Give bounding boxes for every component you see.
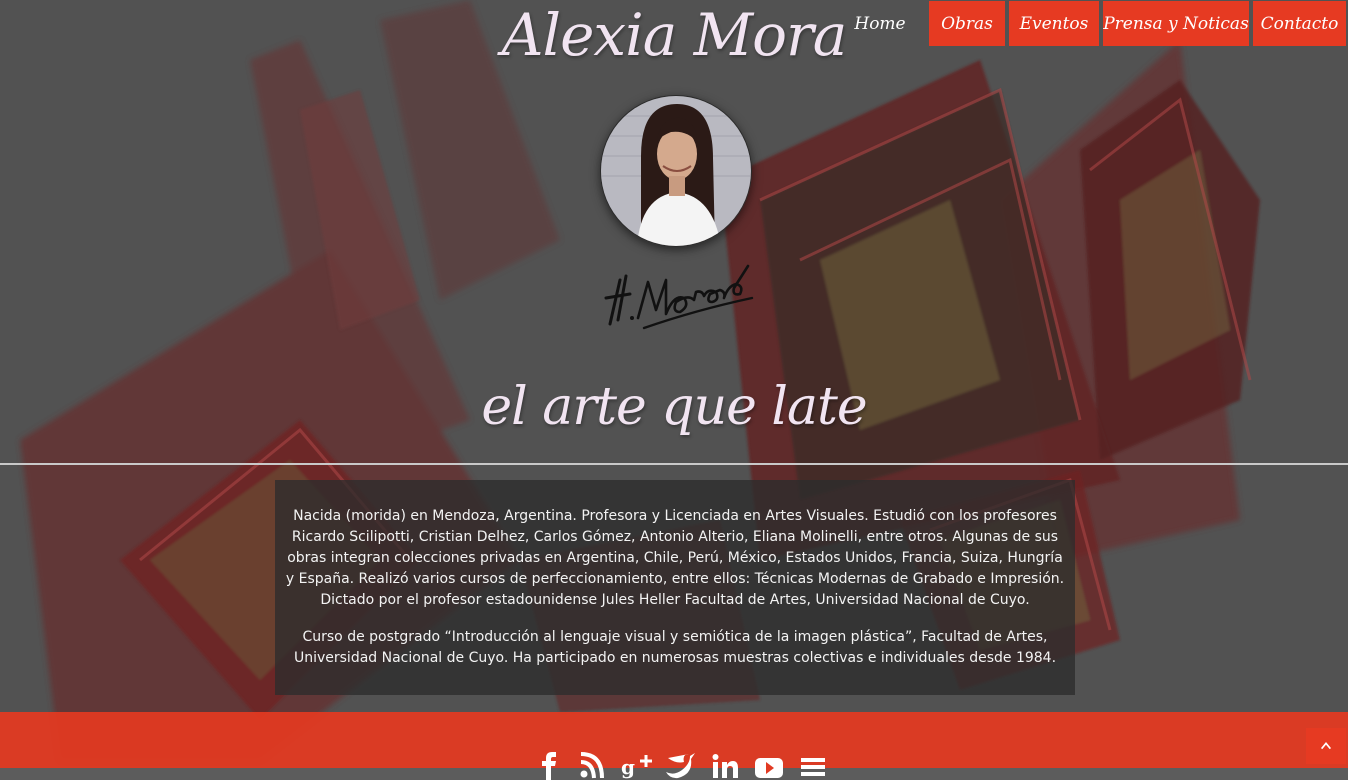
svg-text:g: g: [621, 755, 635, 779]
bio-paragraph: Nacida (morida) en Mendoza, Argentina. P…: [285, 508, 1065, 608]
chevron-up-icon: [1320, 742, 1332, 750]
footer: g: [0, 712, 1348, 780]
nav-item-contacto[interactable]: Contacto: [1253, 1, 1346, 46]
artist-portrait: [600, 95, 752, 247]
social-links: g: [532, 750, 830, 780]
linkedin-icon[interactable]: [708, 750, 742, 780]
rss-icon[interactable]: [576, 750, 610, 780]
section-divider: [0, 463, 1348, 465]
artist-signature: [596, 254, 756, 334]
bio-paragraph: Curso de postgrado “Introducción al leng…: [293, 629, 1057, 666]
main-navigation: Home Obras Eventos Prensa y Noticas Cont…: [831, 1, 1346, 46]
tagline: el arte que late: [481, 377, 867, 437]
nav-item-eventos[interactable]: Eventos: [1009, 1, 1099, 46]
nav-item-prensa-y-noticas[interactable]: Prensa y Noticas: [1103, 1, 1249, 46]
back-to-top-button[interactable]: [1306, 728, 1346, 764]
youtube-icon[interactable]: [752, 750, 786, 780]
artist-bio: Nacida (morida) en Mendoza, Argentina. P…: [275, 480, 1075, 695]
facebook-icon[interactable]: [532, 750, 566, 780]
google-plus-icon[interactable]: g: [620, 750, 654, 780]
stack-icon[interactable]: [796, 750, 830, 780]
nav-item-obras[interactable]: Obras: [929, 1, 1005, 46]
twitter-icon[interactable]: [664, 750, 698, 780]
nav-item-home[interactable]: Home: [835, 1, 925, 46]
